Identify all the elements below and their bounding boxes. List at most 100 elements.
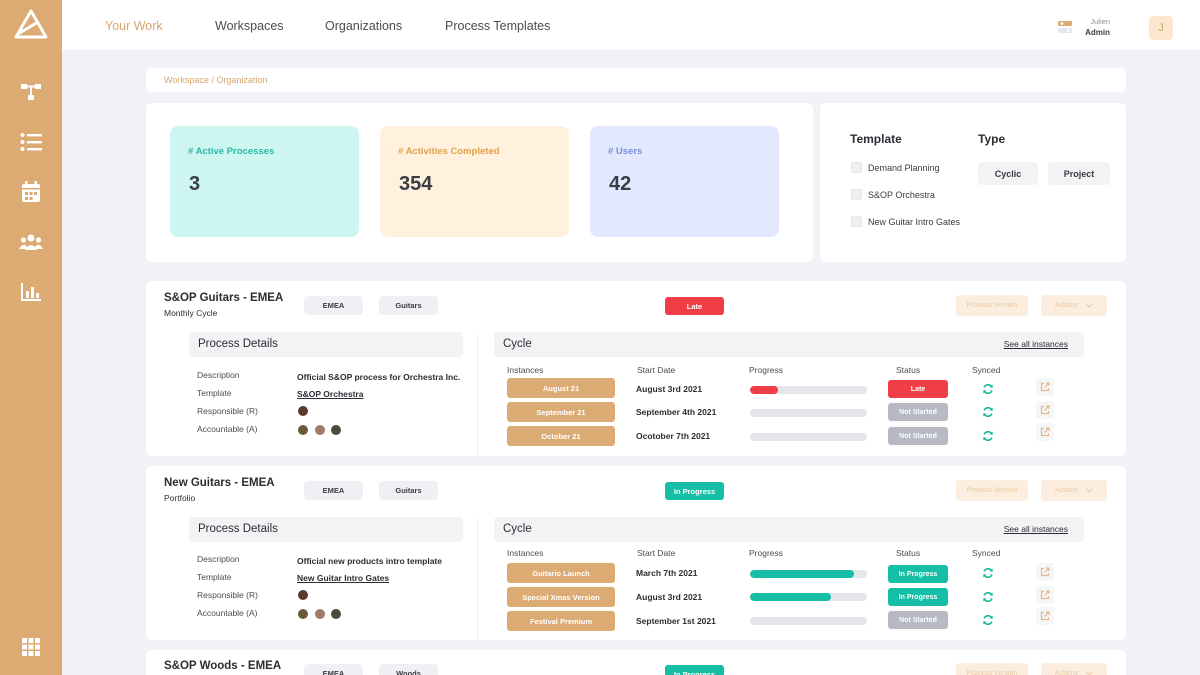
instance-progress-bar [750, 433, 867, 441]
responsible-label: Responsible (R) [197, 406, 258, 416]
team-icon[interactable] [19, 230, 43, 254]
instance-button[interactable]: October 21 [507, 426, 615, 446]
instance-button[interactable]: August 21 [507, 378, 615, 398]
instance-start-date: August 3rd 2021 [636, 384, 702, 394]
template-link[interactable]: S&OP Orchestra [297, 389, 363, 399]
progress-column-header: Progress [749, 548, 783, 558]
instance-status-badge: Late [888, 380, 948, 398]
accountable-avatar[interactable] [314, 608, 326, 620]
process-details-title: Process Details [198, 523, 278, 535]
actions-label: Actions [1055, 670, 1078, 675]
template-filter-heading: Template [850, 132, 902, 146]
instance-button[interactable]: September 21 [507, 402, 615, 422]
sync-icon [982, 430, 994, 442]
instance-progress-bar [750, 617, 867, 625]
actions-dropdown[interactable]: Actions [1041, 480, 1107, 501]
sync-icon [982, 383, 994, 395]
stat-card-activities-completed: # Activities Completed 354 [380, 126, 569, 237]
accountable-avatar[interactable] [297, 608, 309, 620]
app-logo-icon[interactable] [14, 8, 48, 40]
list-icon[interactable] [19, 130, 43, 154]
sync-icon [982, 614, 994, 626]
actions-label: Actions [1055, 487, 1078, 494]
accountable-avatar[interactable] [297, 424, 309, 436]
responsible-avatar[interactable] [297, 405, 309, 417]
tag-category: Guitars [379, 481, 438, 500]
actions-dropdown[interactable]: Actions [1041, 663, 1107, 675]
nav-organizations[interactable]: Organizations [325, 19, 402, 33]
tag-region: EMEA [304, 664, 363, 675]
external-link-icon [1040, 567, 1050, 577]
user-avatar[interactable]: J [1149, 16, 1173, 40]
open-instance-button[interactable] [1036, 563, 1054, 581]
calendar-icon[interactable] [19, 180, 43, 204]
process-version-button[interactable]: Process Version [956, 480, 1028, 501]
breadcrumb-text[interactable]: Workspace / Organization [164, 75, 267, 85]
apps-grid-icon[interactable] [19, 635, 43, 659]
open-instance-button[interactable] [1036, 423, 1054, 441]
synced-column-header: Synced [972, 548, 1000, 558]
process-title[interactable]: New Guitars - EMEA [164, 477, 275, 489]
accountable-avatar[interactable] [330, 608, 342, 620]
instances-column-header: Instances [507, 365, 543, 375]
description-label: Description [197, 370, 240, 380]
chevron-down-icon [1086, 488, 1093, 493]
description-value: Official new products intro template [297, 556, 442, 566]
nav-your-work[interactable]: Your Work [105, 19, 163, 33]
checkbox-demand-planning[interactable] [851, 162, 862, 173]
responsible-avatar[interactable] [297, 589, 309, 601]
open-instance-button[interactable] [1036, 607, 1054, 625]
template-label: Template [197, 572, 232, 582]
bar-chart-icon[interactable] [19, 280, 43, 304]
workflow-icon[interactable] [19, 80, 43, 104]
sync-icon [982, 567, 994, 579]
process-version-label: Process Version [967, 670, 1018, 675]
instance-button[interactable]: Guitario Launch [507, 563, 615, 583]
open-instance-button[interactable] [1036, 586, 1054, 604]
progress-fill [750, 593, 831, 601]
template-link[interactable]: New Guitar Intro Gates [297, 573, 389, 583]
instance-button[interactable]: Festival Premium [507, 611, 615, 631]
progress-fill [750, 570, 854, 578]
accountable-avatar[interactable] [330, 424, 342, 436]
nav-process-templates[interactable]: Process Templates [445, 19, 550, 33]
process-title[interactable]: S&OP Woods - EMEA [164, 660, 281, 672]
actions-dropdown[interactable]: Actions [1041, 295, 1107, 316]
see-all-instances-link[interactable]: See all instances [1004, 524, 1068, 534]
type-project-button[interactable]: Project [1048, 162, 1110, 185]
accountable-label: Accountable (A) [197, 424, 257, 434]
checkbox-sop-orchestra[interactable] [851, 189, 862, 200]
process-version-button[interactable]: Process Version [956, 663, 1028, 675]
status-column-header: Status [896, 365, 920, 375]
process-details-header: Process Details [189, 332, 463, 357]
instance-start-date: March 7th 2021 [636, 568, 697, 578]
stat-label: # Activities Completed [398, 146, 500, 157]
process-version-label: Process Version [967, 302, 1018, 309]
cycle-header: Cycle See all instances [494, 517, 1084, 542]
cycle-title: Cycle [503, 523, 532, 535]
process-version-button[interactable]: Process Version [956, 295, 1028, 316]
filter-panel: Template Type Demand Planning S&OP Orche… [820, 103, 1126, 262]
instance-progress-bar [750, 593, 867, 601]
type-cyclic-button[interactable]: Cyclic [978, 162, 1038, 185]
instance-status-badge: Not Started [888, 403, 948, 421]
see-all-instances-link[interactable]: See all instances [1004, 339, 1068, 349]
accountable-avatar[interactable] [314, 424, 326, 436]
responsible-label: Responsible (R) [197, 590, 258, 600]
open-instance-button[interactable] [1036, 378, 1054, 396]
process-title[interactable]: S&OP Guitars - EMEA [164, 292, 283, 304]
instances-column-header: Instances [507, 548, 543, 558]
start-date-column-header: Start Date [637, 365, 675, 375]
process-card: S&OP Woods - EMEA EMEA Woods In Progress… [146, 650, 1126, 675]
checkbox-label: New Guitar Intro Gates [868, 217, 960, 227]
nav-workspaces[interactable]: Workspaces [215, 19, 284, 33]
synced-column-header: Synced [972, 365, 1000, 375]
open-instance-button[interactable] [1036, 401, 1054, 419]
checkbox-new-guitar-intro-gates[interactable] [851, 216, 862, 227]
progress-column-header: Progress [749, 365, 783, 375]
process-status-badge: Late [665, 297, 724, 315]
tag-region: EMEA [304, 481, 363, 500]
instance-button[interactable]: Special Xmas Version [507, 587, 615, 607]
section-divider [477, 518, 478, 642]
stat-value: 354 [399, 173, 432, 196]
